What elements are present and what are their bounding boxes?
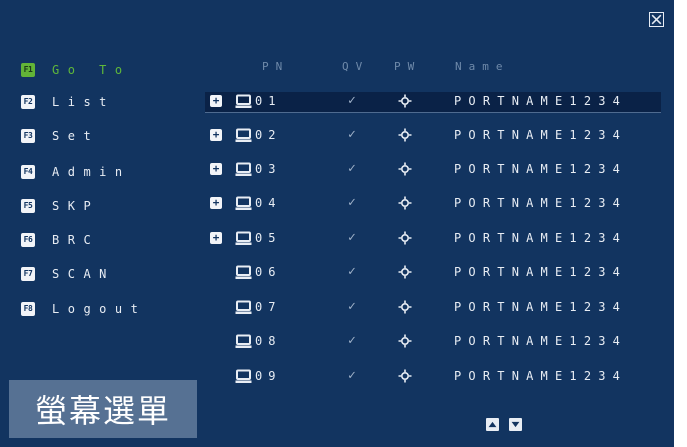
f7-key-icon: F7 xyxy=(21,267,35,281)
power-icon xyxy=(398,162,412,176)
menu-label-scan: SCAN xyxy=(52,267,115,281)
port-row[interactable]: 09 ✓ PORTNAME1234 xyxy=(205,367,661,387)
plus-icon[interactable]: + xyxy=(210,232,222,244)
port-name: PORTNAME1234 xyxy=(454,369,628,383)
column-header-name: Name xyxy=(455,60,510,73)
menu-label-list: List xyxy=(52,95,115,109)
menu-item-logout[interactable]: F8 Logout xyxy=(21,300,146,318)
port-row[interactable]: 07 ✓ PORTNAME1234 xyxy=(205,298,661,318)
arrow-up-icon[interactable] xyxy=(486,418,499,431)
power-icon xyxy=(398,94,412,108)
menu-item-scan[interactable]: F7 SCAN xyxy=(21,265,115,283)
quick-view-check: ✓ xyxy=(348,93,356,108)
port-name: PORTNAME1234 xyxy=(454,334,628,348)
plus-icon[interactable]: + xyxy=(210,163,222,175)
menu-item-goto[interactable]: F1 Go To xyxy=(21,61,131,79)
f2-key-icon: F2 xyxy=(21,95,35,109)
plus-icon[interactable]: + xyxy=(210,129,222,141)
f8-key-icon: F8 xyxy=(21,302,35,316)
port-number: 04 xyxy=(255,196,282,210)
port-number: 02 xyxy=(255,128,282,142)
port-name: PORTNAME1234 xyxy=(454,94,628,108)
port-number: 09 xyxy=(255,369,282,383)
menu-label-admin: Admin xyxy=(52,165,131,179)
computer-icon xyxy=(235,231,252,245)
quick-view-check: ✓ xyxy=(348,195,356,210)
plus-icon[interactable]: + xyxy=(210,95,222,107)
port-row[interactable]: 08 ✓ PORTNAME1234 xyxy=(205,332,661,352)
port-row[interactable]: +03 ✓ PORTNAME1234 xyxy=(205,160,661,180)
menu-item-admin[interactable]: F4 Admin xyxy=(21,163,131,181)
port-row[interactable]: +04 ✓ PORTNAME1234 xyxy=(205,194,661,214)
osd-menu-screen: F1 Go To F2 List F3 Set F4 Admin F5 SKP … xyxy=(0,0,674,447)
menu-label-goto: Go To xyxy=(52,63,131,77)
f4-key-icon: F4 xyxy=(21,165,35,179)
port-name: PORTNAME1234 xyxy=(454,265,628,279)
quick-view-check: ✓ xyxy=(348,230,356,245)
computer-icon xyxy=(235,128,252,142)
port-number: 08 xyxy=(255,334,282,348)
port-row[interactable]: +01 ✓ PORTNAME1234 xyxy=(205,92,661,113)
watermark-text: 螢幕選單 xyxy=(34,392,171,430)
f6-key-icon: F6 xyxy=(21,233,35,247)
quick-view-check: ✓ xyxy=(348,161,356,176)
column-header-pw: PW xyxy=(394,60,422,73)
f5-key-icon: F5 xyxy=(21,199,35,213)
menu-label-set: Set xyxy=(52,129,100,143)
power-icon xyxy=(398,369,412,383)
menu-item-list[interactable]: F2 List xyxy=(21,93,115,111)
power-icon xyxy=(398,334,412,348)
quick-view-check: ✓ xyxy=(348,299,356,314)
menu-label-skp: SKP xyxy=(52,199,100,213)
power-icon xyxy=(398,231,412,245)
computer-icon xyxy=(235,369,252,383)
port-number: 07 xyxy=(255,300,282,314)
port-number: 03 xyxy=(255,162,282,176)
port-number: 01 xyxy=(255,94,282,108)
power-icon xyxy=(398,300,412,314)
port-name: PORTNAME1234 xyxy=(454,231,628,245)
port-row[interactable]: +05 ✓ PORTNAME1234 xyxy=(205,229,661,249)
port-row[interactable]: +02 ✓ PORTNAME1234 xyxy=(205,126,661,146)
computer-icon xyxy=(235,300,252,314)
quick-view-check: ✓ xyxy=(348,264,356,279)
menu-item-skp[interactable]: F5 SKP xyxy=(21,197,99,215)
port-name: PORTNAME1234 xyxy=(454,128,628,142)
column-header-pn: PN xyxy=(262,60,290,73)
watermark-label: 螢幕選單 xyxy=(9,380,197,438)
port-row[interactable]: 06 ✓ PORTNAME1234 xyxy=(205,263,661,283)
menu-item-brc[interactable]: F6 BRC xyxy=(21,231,99,249)
port-number: 06 xyxy=(255,265,282,279)
power-icon xyxy=(398,196,412,210)
plus-icon[interactable]: + xyxy=(210,197,222,209)
f3-key-icon: F3 xyxy=(21,129,35,143)
f1-key-icon: F1 xyxy=(21,63,35,77)
quick-view-check: ✓ xyxy=(348,368,356,383)
computer-icon xyxy=(235,265,252,279)
quick-view-check: ✓ xyxy=(348,127,356,142)
computer-icon xyxy=(235,162,252,176)
port-name: PORTNAME1234 xyxy=(454,300,628,314)
power-icon xyxy=(398,265,412,279)
column-header-qv: QV xyxy=(342,60,370,73)
computer-icon xyxy=(235,334,252,348)
port-name: PORTNAME1234 xyxy=(454,196,628,210)
arrow-down-icon[interactable] xyxy=(509,418,522,431)
port-number: 05 xyxy=(255,231,282,245)
menu-item-set[interactable]: F3 Set xyxy=(21,127,99,145)
close-icon[interactable] xyxy=(649,12,664,27)
computer-icon xyxy=(235,196,252,210)
port-name: PORTNAME1234 xyxy=(454,162,628,176)
quick-view-check: ✓ xyxy=(348,333,356,348)
power-icon xyxy=(398,128,412,142)
menu-label-logout: Logout xyxy=(52,302,147,316)
menu-label-brc: BRC xyxy=(52,233,100,247)
computer-icon xyxy=(235,94,252,108)
